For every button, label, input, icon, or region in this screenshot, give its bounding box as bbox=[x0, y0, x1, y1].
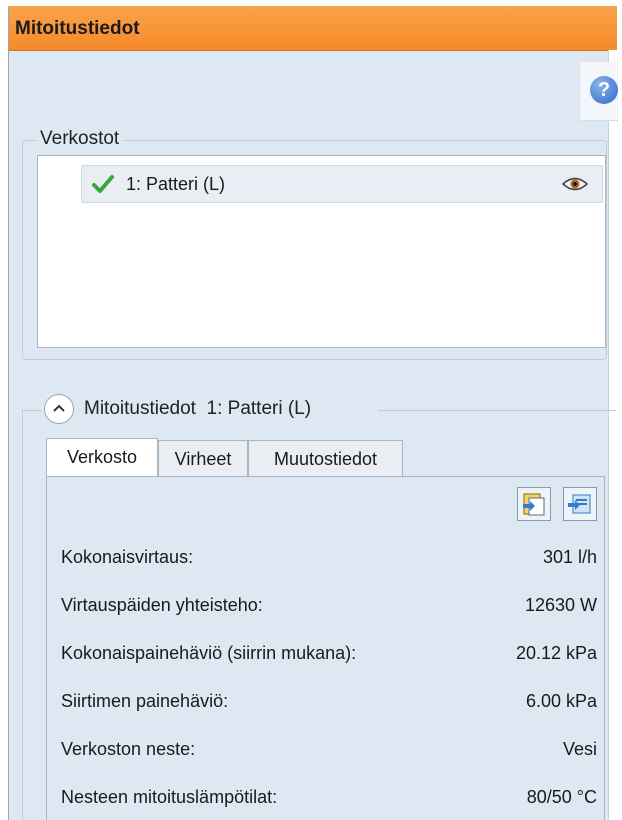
title-bar: Mitoitustiedot bbox=[9, 6, 617, 51]
list-item[interactable]: 1: Patteri (L) bbox=[81, 165, 603, 203]
row-label: Virtauspäiden yhteisteho: bbox=[61, 595, 263, 615]
chevron-up-icon bbox=[53, 404, 65, 412]
row-label: Kokonaisvirtaus: bbox=[61, 547, 194, 567]
network-list[interactable]: 1: Patteri (L) bbox=[37, 155, 606, 348]
row-label: Kokonaispainehäviö (siirrin mukana): bbox=[61, 643, 357, 663]
row-label: Siirtimen painehäviö: bbox=[61, 691, 229, 711]
collapse-button[interactable] bbox=[44, 394, 74, 424]
section-border-left bbox=[22, 410, 23, 820]
export-icon bbox=[568, 494, 591, 514]
row-value: 6.00 kPa bbox=[525, 691, 597, 711]
section-title: Mitoitustiedot bbox=[84, 398, 196, 419]
info-row: Verkoston neste: Vesi bbox=[61, 735, 597, 765]
info-row: Kokonaisvirtaus: 301 l/h bbox=[61, 543, 597, 573]
help-icon[interactable]: ? bbox=[590, 76, 618, 104]
report-icon bbox=[523, 493, 545, 516]
tab-virheet[interactable]: Virheet bbox=[158, 440, 248, 476]
scroll-edge bbox=[608, 50, 618, 820]
row-label: Nesteen mitoituslämpötilat: bbox=[61, 787, 278, 807]
networks-legend: Verkostot bbox=[36, 128, 124, 150]
section-network: 1: Patteri (L) bbox=[206, 398, 312, 419]
info-row: Siirtimen painehäviö: 6.00 kPa bbox=[61, 687, 597, 717]
tab-muutostiedot[interactable]: Muutostiedot bbox=[248, 440, 403, 476]
row-value: 301 l/h bbox=[542, 547, 597, 567]
eye-icon[interactable] bbox=[561, 175, 589, 193]
export-button[interactable] bbox=[563, 487, 597, 521]
section-header: Mitoitustiedot 1: Patteri (L) bbox=[84, 398, 311, 420]
panel-title: Mitoitustiedot bbox=[15, 18, 140, 39]
network-label: 1: Patteri (L) bbox=[126, 174, 226, 194]
tab-panel: Kokonaisvirtaus: 301 l/h Virtauspäiden y… bbox=[46, 476, 605, 820]
section-rule bbox=[378, 410, 616, 411]
info-row: Virtauspäiden yhteisteho: 12630 W bbox=[61, 591, 597, 621]
row-value: 12630 W bbox=[524, 595, 597, 615]
row-label: Verkoston neste: bbox=[61, 739, 196, 759]
info-row: Nesteen mitoituslämpötilat: 80/50 °C bbox=[61, 783, 597, 813]
help-area: ? bbox=[579, 62, 618, 121]
check-icon bbox=[92, 175, 114, 193]
row-value: 20.12 kPa bbox=[515, 643, 597, 663]
info-row: Kokonaispainehäviö (siirrin mukana): 20.… bbox=[61, 639, 597, 669]
tab-verkosto[interactable]: Verkosto bbox=[46, 438, 158, 476]
report-button[interactable] bbox=[517, 487, 551, 521]
row-value: Vesi bbox=[562, 739, 597, 759]
section-border bbox=[22, 410, 42, 411]
row-value: 80/50 °C bbox=[526, 787, 597, 807]
